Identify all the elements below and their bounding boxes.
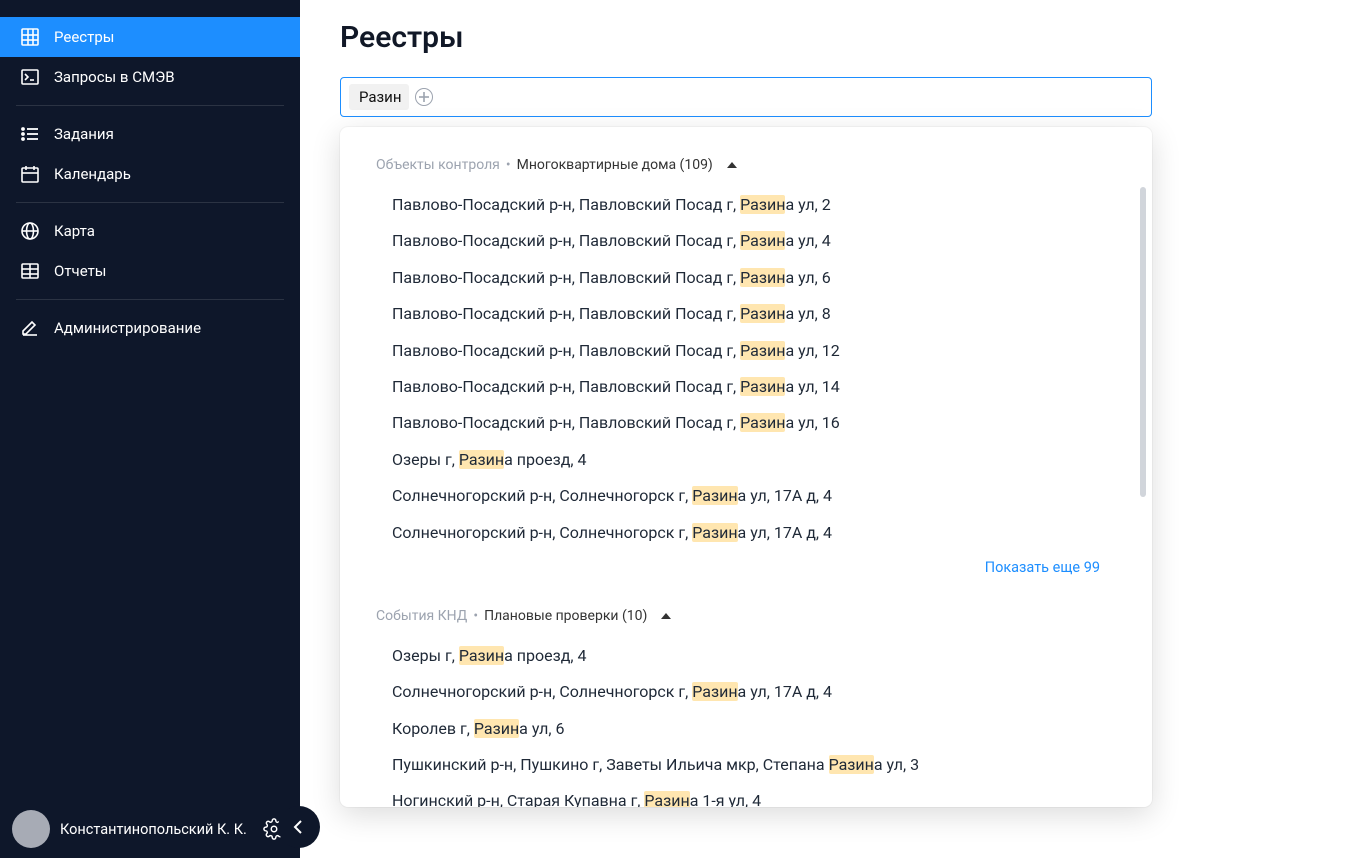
sidebar-item-label: Запросы в СМЭВ [54, 68, 175, 86]
highlight: Разин [644, 791, 689, 807]
table-icon [20, 261, 40, 281]
edit-icon [20, 318, 40, 338]
sidebar-item-calendar[interactable]: Календарь [0, 154, 300, 194]
calendar-icon [20, 164, 40, 184]
search-input[interactable]: Разин [340, 77, 1152, 117]
result-item[interactable]: Солнечногорский р-н, Солнечногорск г, Ра… [340, 515, 1152, 551]
highlight: Разин [740, 231, 785, 250]
user-name: Константинопольский К. К. [60, 821, 258, 838]
globe-icon [20, 221, 40, 241]
terminal-icon [20, 67, 40, 87]
result-item[interactable]: Павлово-Посадский р-н, Павловский Посад … [340, 296, 1152, 332]
group-title: Многоквартирные дома (109) [517, 157, 713, 173]
highlight: Разин [692, 523, 737, 542]
result-list-1: Павлово-Посадский р-н, Павловский Посад … [340, 187, 1152, 551]
group-breadcrumb: События КНД [376, 608, 467, 624]
result-item[interactable]: Павлово-Посадский р-н, Павловский Посад … [340, 405, 1152, 441]
sidebar: Реестры Запросы в СМЭВ Задания Календарь [0, 0, 300, 858]
sidebar-item-label: Карта [54, 222, 95, 240]
search-tag-text: Разин [359, 88, 401, 106]
caret-up-icon[interactable] [661, 613, 671, 619]
highlight: Разин [740, 304, 785, 323]
highlight: Разин [459, 450, 504, 469]
result-item[interactable]: Ногинский р-н, Старая Купавна г, Разина … [340, 783, 1152, 807]
result-item[interactable]: Солнечногорский р-н, Солнечногорск г, Ра… [340, 478, 1152, 514]
sidebar-item-label: Отчеты [54, 262, 106, 280]
sidebar-item-label: Администрирование [54, 319, 201, 337]
highlight: Разин [829, 755, 874, 774]
highlight: Разин [740, 195, 785, 214]
show-more-link[interactable]: Показать еще 99 [340, 551, 1152, 594]
main: Реестры Разин Объекты контроля • Многокв… [300, 0, 1366, 858]
add-tag-button[interactable] [415, 88, 433, 106]
group-breadcrumb: Объекты контроля [376, 157, 500, 173]
search-tag[interactable]: Разин [349, 84, 409, 110]
sidebar-item-tasks[interactable]: Задания [0, 114, 300, 154]
group-header: Объекты контроля • Многоквартирные дома … [340, 157, 1152, 173]
avatar[interactable] [12, 810, 50, 848]
result-item[interactable]: Озеры г, Разина проезд, 4 [340, 638, 1152, 674]
grid-icon [20, 27, 40, 47]
nav: Реестры Запросы в СМЭВ Задания Календарь [0, 0, 300, 800]
highlight: Разин [740, 377, 785, 396]
highlight: Разин [740, 413, 785, 432]
page-title: Реестры [340, 20, 1326, 55]
highlight: Разин [459, 646, 504, 665]
highlight: Разин [474, 719, 519, 738]
sidebar-item-map[interactable]: Карта [0, 211, 300, 251]
result-item[interactable]: Пушкинский р-н, Пушкино г, Заветы Ильича… [340, 747, 1152, 783]
result-item[interactable]: Павлово-Посадский р-н, Павловский Посад … [340, 187, 1152, 223]
sidebar-item-reports[interactable]: Отчеты [0, 251, 300, 291]
highlight: Разин [692, 486, 737, 505]
caret-up-icon[interactable] [727, 162, 737, 168]
sidebar-item-label: Календарь [54, 165, 131, 183]
sidebar-item-smev[interactable]: Запросы в СМЭВ [0, 57, 300, 97]
sidebar-item-label: Задания [54, 125, 114, 143]
result-item[interactable]: Павлово-Посадский р-н, Павловский Посад … [340, 260, 1152, 296]
divider [16, 105, 284, 106]
result-item[interactable]: Озеры г, Разина проезд, 4 [340, 442, 1152, 478]
result-item[interactable]: Павлово-Посадский р-н, Павловский Посад … [340, 369, 1152, 405]
divider [16, 299, 284, 300]
search-dropdown: Объекты контроля • Многоквартирные дома … [340, 127, 1152, 807]
highlight: Разин [692, 682, 737, 701]
highlight: Разин [740, 268, 785, 287]
sidebar-item-admin[interactable]: Администрирование [0, 308, 300, 348]
result-item[interactable]: Павлово-Посадский р-н, Павловский Посад … [340, 223, 1152, 259]
result-item[interactable]: Солнечногорский р-н, Солнечногорск г, Ра… [340, 674, 1152, 710]
group-title: Плановые проверки (10) [484, 608, 647, 624]
list-icon [20, 124, 40, 144]
result-list-2: Озеры г, Разина проезд, 4Солнечногорский… [340, 638, 1152, 807]
group-header: События КНД • Плановые проверки (10) [340, 608, 1152, 624]
highlight: Разин [740, 341, 785, 360]
result-item[interactable]: Павлово-Посадский р-н, Павловский Посад … [340, 333, 1152, 369]
scrollbar[interactable] [1140, 187, 1146, 497]
sidebar-item-label: Реестры [54, 28, 114, 46]
sidebar-footer: Константинопольский К. К. [0, 800, 300, 858]
sidebar-item-registries[interactable]: Реестры [0, 17, 300, 57]
result-item[interactable]: Королев г, Разина ул, 6 [340, 711, 1152, 747]
divider [16, 202, 284, 203]
